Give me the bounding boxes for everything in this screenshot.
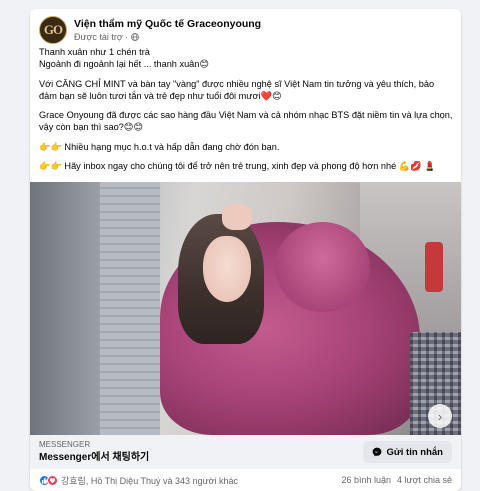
sponsored-row: Được tài trợ · xyxy=(74,32,261,43)
cta-text: MESSENGER Messenger에서 채팅하기 xyxy=(39,440,149,464)
cta-bar[interactable]: MESSENGER Messenger에서 채팅하기 Gửi tin nhắn xyxy=(30,435,461,469)
post-line: Thanh xuân như 1 chén trà xyxy=(39,47,150,57)
post-line: Ngoảnh đi ngoảnh lại hết ... thanh xuân😊 xyxy=(39,59,209,69)
post-line: 👉👉 Hãy inbox ngay cho chúng tôi để trở n… xyxy=(39,161,436,171)
post-paragraph: 👉👉 Hãy inbox ngay cho chúng tôi để trở n… xyxy=(39,160,453,172)
messenger-icon xyxy=(372,447,381,457)
engagement-counts: 26 bình luận 4 lượt chia sẻ xyxy=(342,475,453,485)
post-line: Grace Onyoung đã được các sao hàng đầu V… xyxy=(39,110,453,132)
model-face xyxy=(203,236,251,302)
post-header: GO Viện thẩm mỹ Quốc tế Graceonyoung Đượ… xyxy=(39,13,452,47)
background-building xyxy=(100,182,160,435)
reaction-icons[interactable] xyxy=(39,474,58,486)
sponsored-label[interactable]: Được tài trợ xyxy=(74,32,123,43)
post-line: Với CĂNG CHỈ MINT và bàn tay "vàng" được… xyxy=(39,78,435,101)
model-hand xyxy=(222,204,252,230)
separator-dot: · xyxy=(124,31,128,42)
send-message-button[interactable]: Gửi tin nhắn xyxy=(362,441,452,463)
sponsored-post-card: GO Viện thẩm mỹ Quốc tế Graceonyoung Đượ… xyxy=(30,9,461,491)
fur-collar xyxy=(275,222,370,312)
post-paragraph: Grace Onyoung đã được các sao hàng đầu V… xyxy=(39,109,453,133)
shares-count[interactable]: 4 lượt chia sẻ xyxy=(397,475,452,485)
post-paragraph: 👉👉 Nhiều hạng mục h.o.t và hấp dẫn đang … xyxy=(39,141,453,153)
background-sign xyxy=(425,242,443,292)
post-image[interactable]: › xyxy=(30,182,461,435)
post-line: 👉👉 Nhiều hạng mục h.o.t và hấp dẫn đang … xyxy=(39,141,280,152)
cta-headline[interactable]: Messenger에서 채팅하기 xyxy=(39,451,149,464)
post-header-text: Viện thẩm mỹ Quốc tế Graceonyoung Được t… xyxy=(74,18,261,43)
post-body: Thanh xuân như 1 chén trà Ngoảnh đi ngoả… xyxy=(39,46,453,172)
engagement-bar: 강효림, Hồ Thị Diệu Thuý và 343 người khác … xyxy=(39,469,452,491)
comments-count[interactable]: 26 bình luận xyxy=(342,475,392,485)
page-avatar[interactable]: GO xyxy=(39,16,67,44)
cta-caption: MESSENGER xyxy=(39,440,91,449)
send-message-label: Gửi tin nhắn xyxy=(386,446,444,458)
reactors-text[interactable]: 강효림, Hồ Thị Diệu Thuý và 343 người khác xyxy=(61,474,238,487)
globe-icon xyxy=(130,33,139,41)
page-name-link[interactable]: Viện thẩm mỹ Quốc tế Graceonyoung xyxy=(74,18,261,31)
background-building xyxy=(30,182,100,435)
love-icon xyxy=(47,474,58,486)
post-paragraph: Với CĂNG CHỈ MINT và bàn tay "vàng" được… xyxy=(39,78,453,102)
post-paragraph: Thanh xuân như 1 chén trà Ngoảnh đi ngoả… xyxy=(39,46,453,70)
chevron-right-icon[interactable]: › xyxy=(428,404,452,428)
